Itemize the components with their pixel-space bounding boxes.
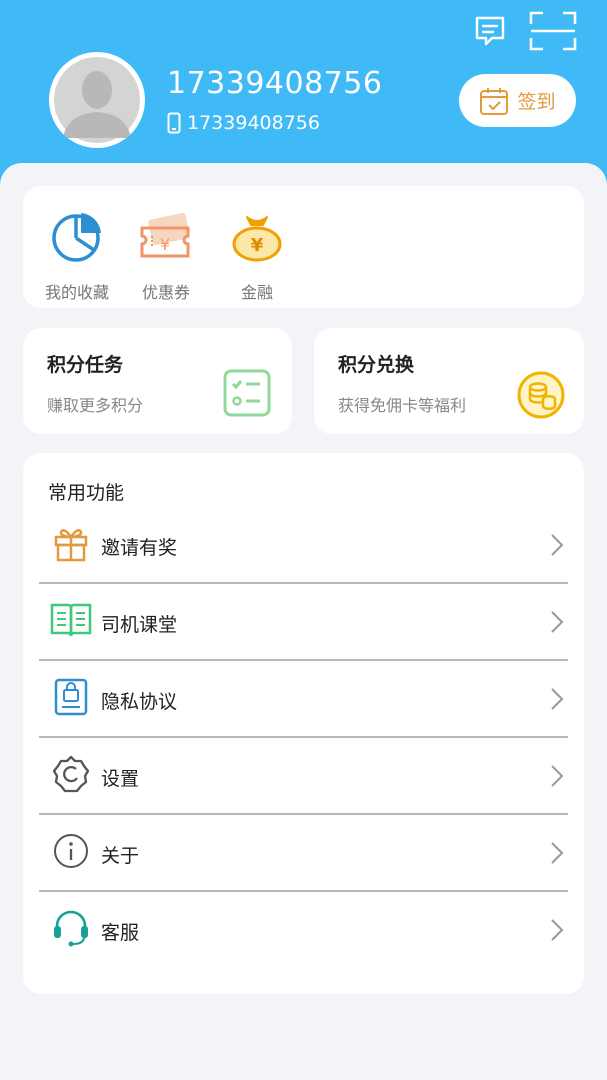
points-exchange-title: 积分兑换	[338, 354, 415, 376]
quick-actions-card: 我的收藏 ¥ 优惠券 ¥ 金融	[23, 186, 584, 308]
quick-action-label: 金融	[240, 283, 273, 302]
function-label: 隐私协议	[101, 691, 178, 713]
main-panel: 我的收藏 ¥ 优惠券 ¥ 金融 积分任务 赚取更多积分 积分兑换 获得免佣卡等福…	[0, 163, 607, 1080]
user-phone-text: 17339408756	[187, 112, 320, 134]
calendar-check-icon	[480, 87, 509, 115]
avatar[interactable]	[49, 52, 145, 148]
coins-icon	[516, 370, 566, 424]
username: 17339408756	[167, 66, 383, 101]
chevron-right-icon	[550, 533, 564, 561]
chevron-right-icon	[550, 610, 564, 638]
function-row-settings[interactable]: 设置	[39, 738, 568, 815]
chevron-right-icon	[550, 687, 564, 715]
privacy-lock-icon	[49, 675, 93, 719]
headset-icon	[49, 906, 93, 950]
quick-action-label: 我的收藏	[44, 283, 109, 302]
book-icon	[49, 598, 93, 642]
quick-action-label: 优惠券	[141, 283, 190, 302]
info-icon	[49, 829, 93, 873]
function-label: 邀请有奖	[101, 537, 178, 559]
function-row-driver-class[interactable]: 司机课堂	[39, 584, 568, 661]
common-functions-card: 常用功能 邀请有奖 司机课堂 隐私协议 设置 关于 客服	[23, 453, 584, 994]
points-task-card[interactable]: 积分任务 赚取更多积分	[23, 328, 292, 434]
function-row-invite[interactable]: 邀请有奖	[39, 507, 568, 584]
money-bag-icon: ¥	[232, 216, 282, 262]
function-label: 关于	[101, 845, 140, 867]
quick-action-favorites[interactable]: 我的收藏	[32, 209, 122, 303]
coupon-icon: ¥	[140, 212, 190, 258]
svg-text:¥: ¥	[160, 235, 170, 254]
scan-icon[interactable]	[528, 10, 578, 56]
gear-icon	[49, 752, 93, 796]
function-label: 设置	[101, 768, 140, 790]
quick-action-finance[interactable]: ¥ 金融	[212, 209, 302, 303]
chevron-right-icon	[550, 841, 564, 869]
points-task-subtitle: 赚取更多积分	[47, 396, 144, 415]
avatar-placeholder-icon	[54, 57, 140, 143]
function-label: 客服	[101, 922, 140, 944]
quick-action-coupons[interactable]: ¥ 优惠券	[121, 209, 211, 303]
points-exchange-subtitle: 获得免佣卡等福利	[338, 396, 467, 415]
checkin-button[interactable]: 签到	[459, 74, 576, 127]
task-list-icon	[222, 368, 272, 422]
points-exchange-card[interactable]: 积分兑换 获得免佣卡等福利	[314, 328, 584, 434]
function-label: 司机课堂	[101, 614, 178, 636]
message-icon[interactable]	[473, 14, 507, 52]
chevron-right-icon	[550, 918, 564, 946]
checkin-label: 签到	[517, 91, 556, 113]
function-row-privacy[interactable]: 隐私协议	[39, 661, 568, 738]
chevron-right-icon	[550, 764, 564, 792]
function-row-customer-service[interactable]: 客服	[39, 892, 568, 969]
points-task-title: 积分任务	[47, 354, 124, 376]
section-title: 常用功能	[48, 482, 125, 504]
mobile-phone-icon	[167, 112, 181, 134]
gift-icon	[49, 521, 93, 565]
pie-chart-icon	[52, 213, 101, 262]
user-phone: 17339408756	[167, 112, 320, 134]
svg-text:¥: ¥	[251, 235, 264, 256]
function-row-about[interactable]: 关于	[39, 815, 568, 892]
